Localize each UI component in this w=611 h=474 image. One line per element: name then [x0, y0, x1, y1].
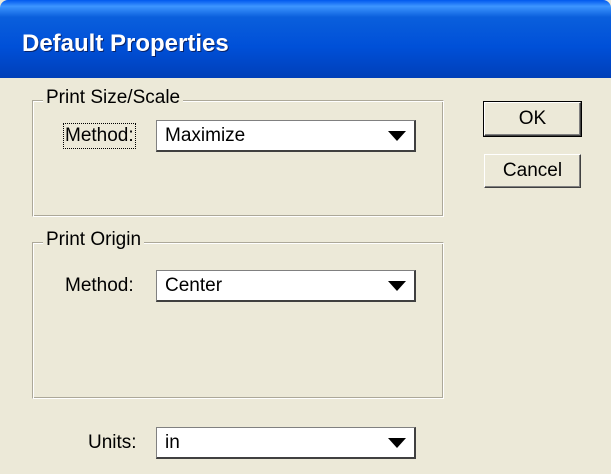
- units-value: in: [165, 432, 180, 453]
- size-method-value: Maximize: [165, 125, 246, 146]
- print-size-scale-group-label: Print Size/Scale: [43, 87, 184, 109]
- chevron-down-icon[interactable]: [388, 131, 406, 141]
- origin-method-value: Center: [165, 275, 223, 296]
- print-origin-group-label: Print Origin: [43, 229, 145, 251]
- origin-method-dropdown[interactable]: Center: [156, 270, 416, 302]
- units-label: Units:: [88, 432, 137, 453]
- units-dropdown[interactable]: in: [156, 427, 416, 459]
- dialog-body: Print Size/Scale Method: Maximize Print …: [0, 78, 611, 474]
- print-origin-group: Print Origin Method: Center: [32, 229, 444, 399]
- cancel-button[interactable]: Cancel: [484, 154, 581, 188]
- ok-button[interactable]: OK: [483, 101, 582, 137]
- chevron-down-icon[interactable]: [388, 438, 406, 448]
- title-bar[interactable]: Default Properties: [0, 0, 611, 78]
- size-method-label: Method:: [63, 123, 136, 149]
- window-title: Default Properties: [22, 30, 229, 57]
- print-size-scale-group: Print Size/Scale Method: Maximize: [32, 87, 444, 217]
- size-method-dropdown[interactable]: Maximize: [156, 120, 416, 152]
- origin-method-label: Method:: [65, 275, 134, 296]
- chevron-down-icon[interactable]: [388, 281, 406, 291]
